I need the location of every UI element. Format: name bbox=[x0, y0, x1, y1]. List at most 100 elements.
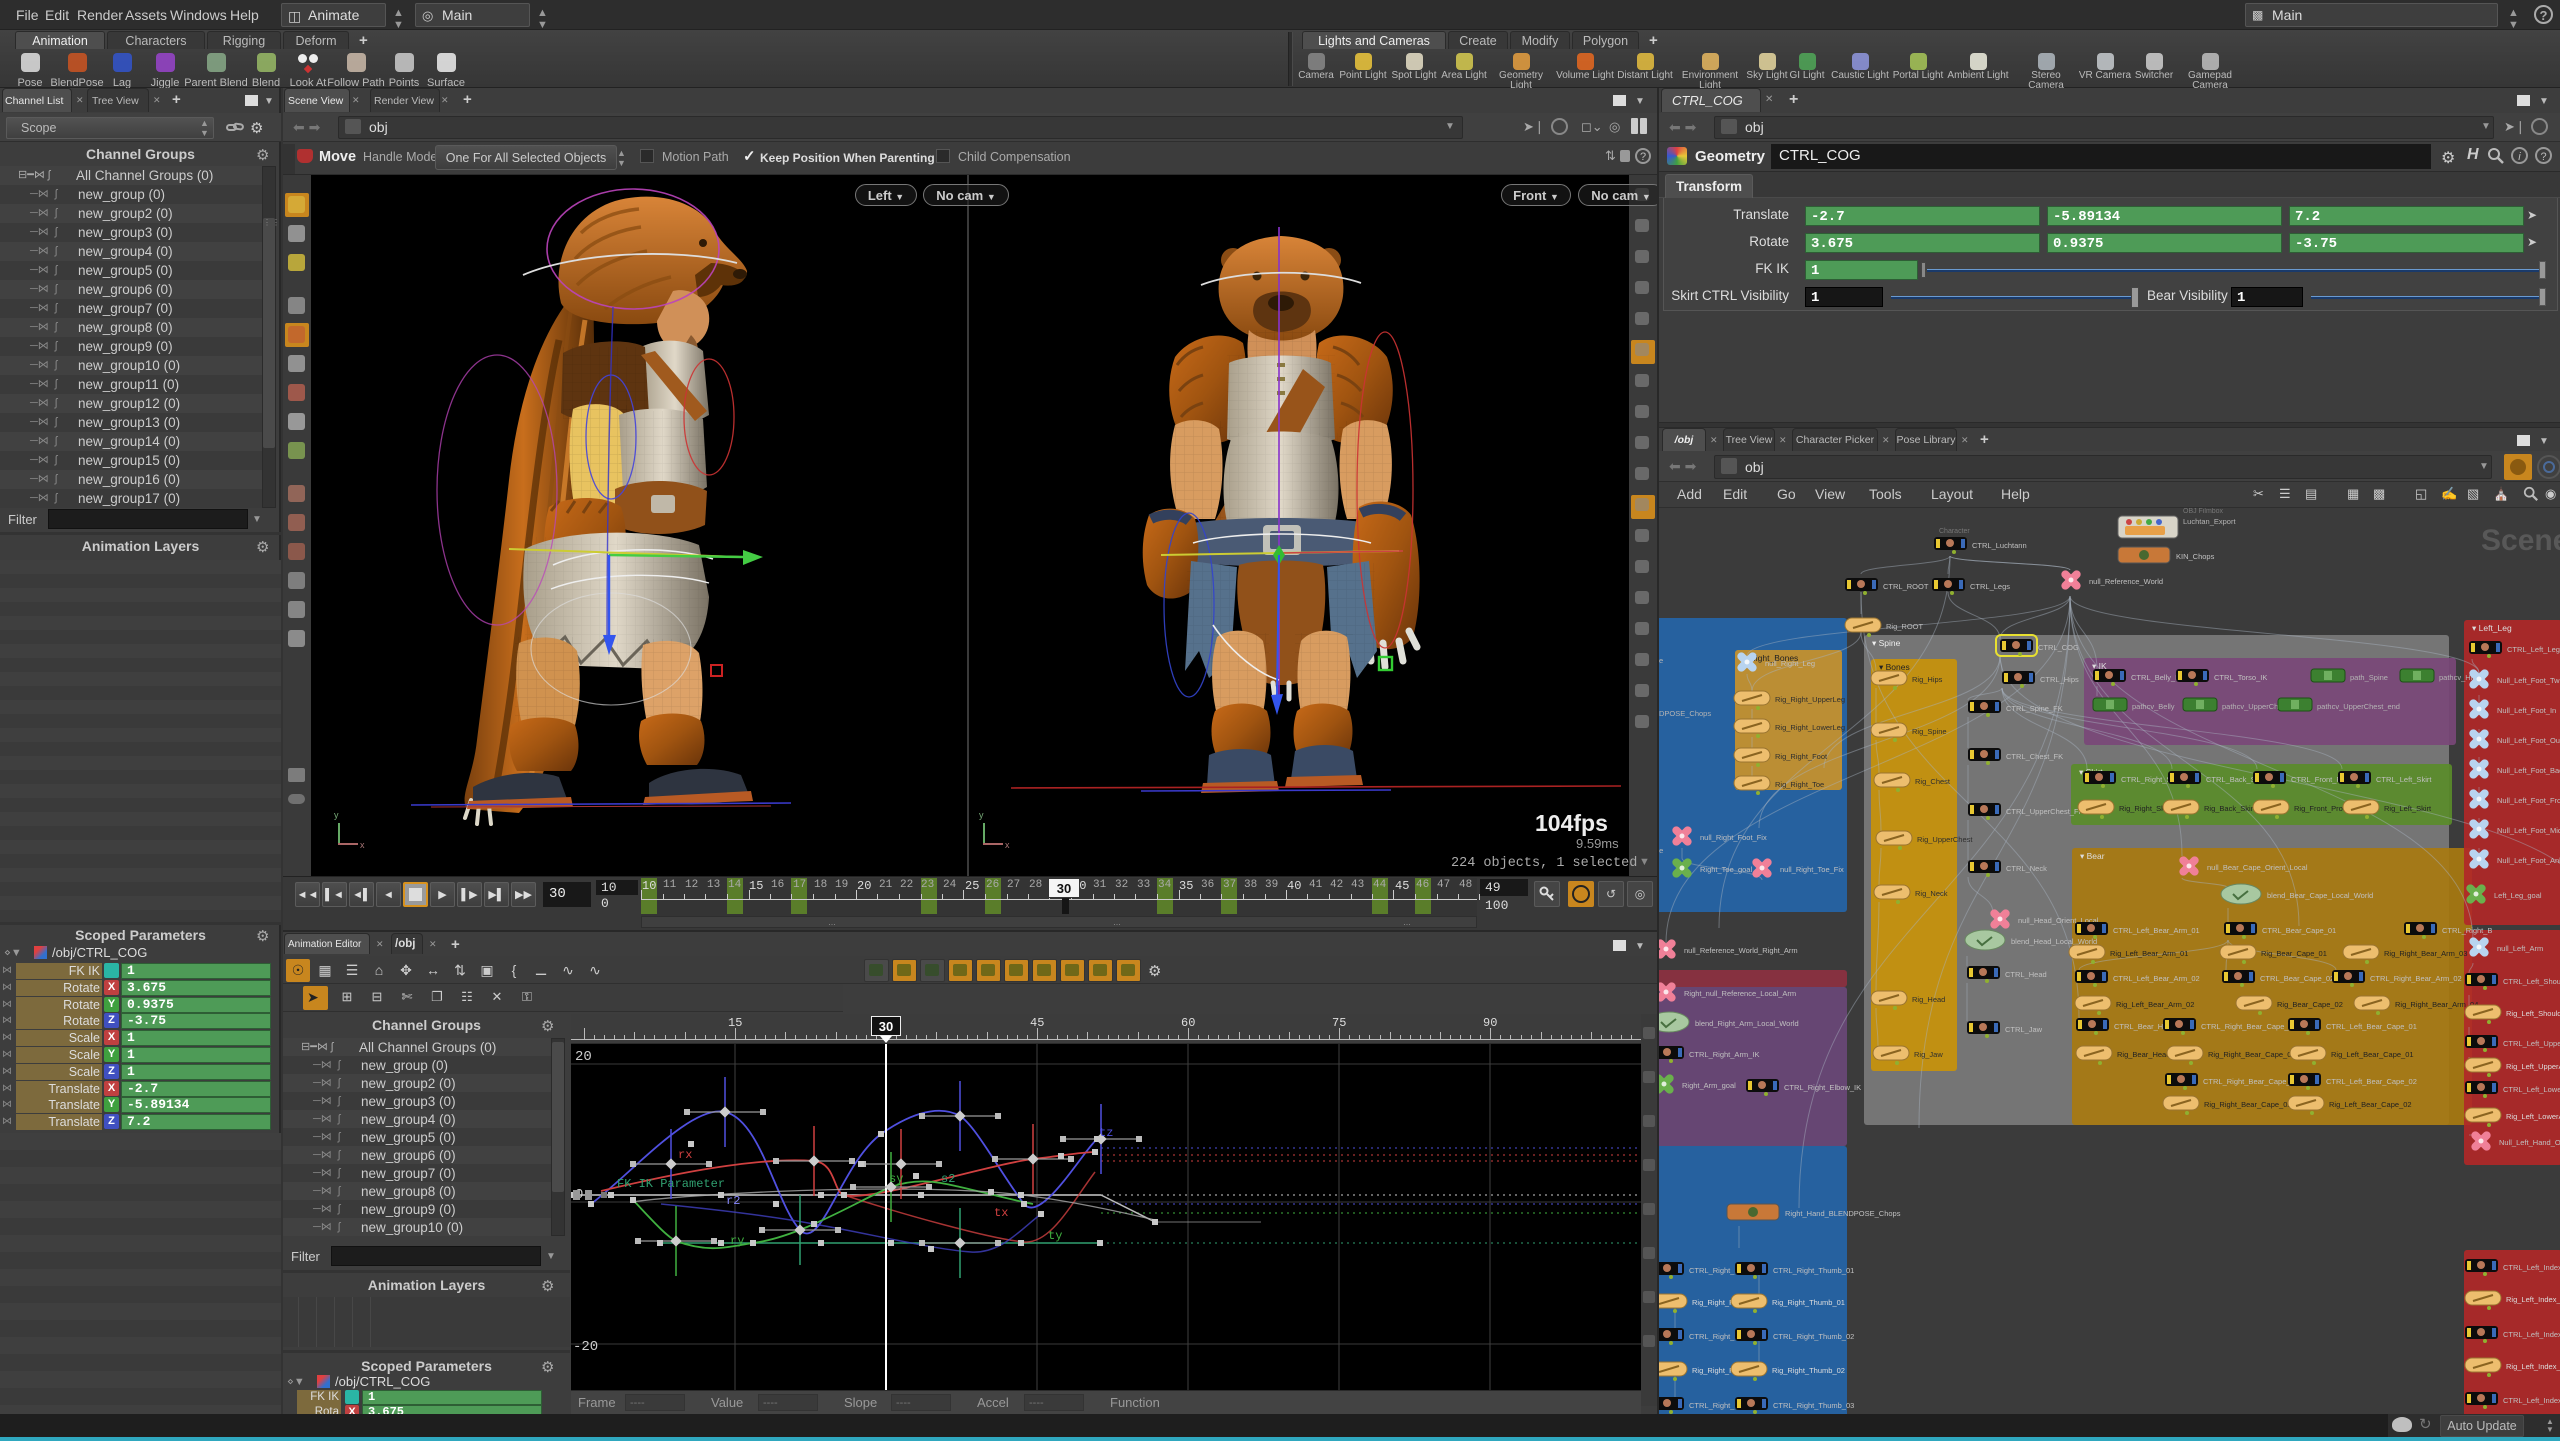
svg-text:▾ Bear: ▾ Bear bbox=[2080, 851, 2105, 861]
svg-text:Rig_Left_LowerArm: Rig_Left_LowerArm bbox=[2506, 1112, 2560, 1121]
svg-text:tz: tz bbox=[1099, 1126, 1113, 1140]
svg-text:null_Left_Arm: null_Left_Arm bbox=[2497, 944, 2543, 953]
svg-text:Right_Arm_goal: Right_Arm_goal bbox=[1682, 1081, 1736, 1090]
svg-text:sy: sy bbox=[889, 1172, 903, 1186]
svg-text:null_Right_Foot_Fix: null_Right_Foot_Fix bbox=[1700, 833, 1767, 842]
svg-text:Rig_Head: Rig_Head bbox=[1912, 995, 1945, 1004]
svg-text:Rig_Right_LowerLeg: Rig_Right_LowerLeg bbox=[1775, 723, 1845, 732]
svg-text:CTRL_Left_Bear_Arm_01: CTRL_Left_Bear_Arm_01 bbox=[2113, 926, 2200, 935]
svg-text:Rig_Left_Bear_Cape_02: Rig_Left_Bear_Cape_02 bbox=[2329, 1100, 2412, 1109]
svg-text:null_Reference_World_Right_Arm: null_Reference_World_Right_Arm bbox=[1684, 946, 1798, 955]
svg-text:rx: rx bbox=[678, 1148, 692, 1162]
svg-text:Rig_Right_Thumb_01: Rig_Right_Thumb_01 bbox=[1772, 1298, 1845, 1307]
svg-text:null_Right_Leg: null_Right_Leg bbox=[1765, 659, 1815, 668]
svg-text:Right_null_Reference_Local_Arm: Right_null_Reference_Local_Arm bbox=[1684, 989, 1796, 998]
svg-text:CTRL_Right_Thumb_01: CTRL_Right_Thumb_01 bbox=[1773, 1266, 1854, 1275]
svg-text:CTRL_Chest_FK: CTRL_Chest_FK bbox=[2006, 752, 2063, 761]
svg-text:Rig_Left_Bear_Arm_01: Rig_Left_Bear_Arm_01 bbox=[2110, 949, 2188, 958]
svg-text:Rig_Right_Thumb_02: Rig_Right_Thumb_02 bbox=[1772, 1366, 1845, 1375]
svg-text:CTRL_Left_Bear_Cape_02: CTRL_Left_Bear_Cape_02 bbox=[2326, 1077, 2417, 1086]
svg-text:CTRL_Right_Bear_Cape_01: CTRL_Right_Bear_Cape_01 bbox=[2201, 1022, 2297, 1031]
svg-text:Rig_ROOT: Rig_ROOT bbox=[1886, 622, 1924, 631]
svg-text:tx: tx bbox=[994, 1206, 1008, 1220]
svg-text:CTRL_Torso_IK: CTRL_Torso_IK bbox=[2214, 673, 2267, 682]
svg-text:Rig_Back_Skirt: Rig_Back_Skirt bbox=[2204, 804, 2256, 813]
svg-text:Scene: Scene bbox=[2481, 524, 2560, 557]
svg-text:CTRL_Left_Bear_Arm_02: CTRL_Left_Bear_Arm_02 bbox=[2113, 974, 2200, 983]
svg-text:r2: r2 bbox=[726, 1194, 740, 1208]
svg-text:Rig_Hips: Rig_Hips bbox=[1912, 675, 1943, 684]
svg-text:Rig_Right_Bear_Cape_02: Rig_Right_Bear_Cape_02 bbox=[2204, 1100, 2292, 1109]
svg-text:CTRL_Left_Index_0: CTRL_Left_Index_0 bbox=[2503, 1330, 2560, 1339]
svg-text:CTRL_ROOT: CTRL_ROOT bbox=[1883, 582, 1929, 591]
svg-text:Rig_Jaw: Rig_Jaw bbox=[1914, 1050, 1943, 1059]
svg-text:OBJ Filmbox: OBJ Filmbox bbox=[2183, 508, 2224, 515]
svg-text:Left_Leg_goal: Left_Leg_goal bbox=[2494, 891, 2542, 900]
svg-text:ty: ty bbox=[1048, 1229, 1062, 1243]
svg-text:DPOSE_Chops: DPOSE_Chops bbox=[1659, 709, 1711, 718]
svg-text:Rig_Right_UpperLeg: Rig_Right_UpperLeg bbox=[1775, 695, 1845, 704]
svg-text:Rig_Bear_Head: Rig_Bear_Head bbox=[2117, 1050, 2170, 1059]
svg-text:CTRL_Bear_Cape_02: CTRL_Bear_Cape_02 bbox=[2260, 974, 2334, 983]
svg-text:Null_Left_Foot_Front: Null_Left_Foot_Front bbox=[2497, 796, 2560, 805]
svg-text:CTRL_Luchtann: CTRL_Luchtann bbox=[1972, 541, 2027, 550]
svg-text:CTRL_Right_Sk: CTRL_Right_Sk bbox=[2121, 775, 2175, 784]
svg-text:null_Bear_Cape_Orient_Local: null_Bear_Cape_Orient_Local bbox=[2207, 863, 2308, 872]
svg-text:Null_Left_Foot_Back: Null_Left_Foot_Back bbox=[2497, 766, 2560, 775]
svg-text:Rig_Left_Bear_Arm_02: Rig_Left_Bear_Arm_02 bbox=[2116, 1000, 2194, 1009]
svg-text:Character: Character bbox=[1939, 528, 1970, 535]
svg-text:CTRL_UpperChest_FK: CTRL_UpperChest_FK bbox=[2006, 807, 2084, 816]
svg-text:CTRL_Legs: CTRL_Legs bbox=[1970, 582, 2010, 591]
svg-text:CTRL_Belly_IK: CTRL_Belly_IK bbox=[2131, 673, 2182, 682]
svg-text:CTRL_Left_LowerA: CTRL_Left_LowerA bbox=[2503, 1085, 2560, 1094]
svg-text:▾ Spine: ▾ Spine bbox=[1872, 638, 1901, 648]
svg-text:Rig_Spine: Rig_Spine bbox=[1912, 727, 1947, 736]
svg-text:CTRL_Left_Index_0: CTRL_Left_Index_0 bbox=[2503, 1263, 2560, 1272]
svg-text:CTRL_Bear_Cape_01: CTRL_Bear_Cape_01 bbox=[2262, 926, 2336, 935]
svg-text:Rig_Chest: Rig_Chest bbox=[1915, 777, 1951, 786]
svg-text:-20: -20 bbox=[573, 1339, 598, 1355]
svg-text:oe: oe bbox=[1659, 846, 1663, 855]
svg-text:Null_Left_Foot_Mid: Null_Left_Foot_Mid bbox=[2497, 826, 2560, 835]
svg-text:Null_Left_Foot_In: Null_Left_Foot_In bbox=[2497, 706, 2556, 715]
svg-text:blend_Right_Arm_Local_World: blend_Right_Arm_Local_World bbox=[1695, 1019, 1799, 1028]
svg-text:Rig_Left_Shoulder: Rig_Left_Shoulder bbox=[2506, 1009, 2560, 1018]
svg-text:CTRL_Right_Thumb_03: CTRL_Right_Thumb_03 bbox=[1773, 1401, 1854, 1410]
svg-text:Rig_Left_Skirt: Rig_Left_Skirt bbox=[2384, 804, 2432, 813]
svg-text:CTRL_Hips: CTRL_Hips bbox=[2040, 675, 2079, 684]
svg-text:CTRL_Right_Thumb_02: CTRL_Right_Thumb_02 bbox=[1773, 1332, 1854, 1341]
svg-text:pathcv_UpperChest_end: pathcv_UpperChest_end bbox=[2317, 702, 2400, 711]
svg-text:Rig_UpperChest: Rig_UpperChest bbox=[1917, 835, 1973, 844]
svg-text:20: 20 bbox=[575, 1049, 592, 1065]
svg-text:CTRL_Neck: CTRL_Neck bbox=[2006, 864, 2047, 873]
svg-text:CTRL_Right_Bear_Arm_02: CTRL_Right_Bear_Arm_02 bbox=[2370, 974, 2462, 983]
svg-text:Null_Left_Foot_Out: Null_Left_Foot_Out bbox=[2497, 736, 2560, 745]
svg-text:CTRL_Right_Arm_IK: CTRL_Right_Arm_IK bbox=[1689, 1050, 1759, 1059]
svg-text:Rig_Right_Bear_Cape_01: Rig_Right_Bear_Cape_01 bbox=[2208, 1050, 2296, 1059]
svg-text:ry: ry bbox=[730, 1234, 744, 1248]
svg-text:Right_Hand_BLENDPOSE_Chops: Right_Hand_BLENDPOSE_Chops bbox=[1785, 1209, 1901, 1218]
svg-text:Null_Left_Foot_Twist: Null_Left_Foot_Twist bbox=[2497, 676, 2560, 685]
svg-text:KIN_Chops: KIN_Chops bbox=[2176, 552, 2215, 561]
svg-text:Rig_Bear_Cape_01: Rig_Bear_Cape_01 bbox=[2261, 949, 2327, 958]
svg-text:s2: s2 bbox=[941, 1172, 955, 1186]
svg-text:Right_Toe_goal: Right_Toe_goal bbox=[1700, 865, 1752, 874]
svg-text:CTRL_Left_Skirt: CTRL_Left_Skirt bbox=[2376, 775, 2432, 784]
svg-text:Rig_Right_Bear_Arm_03: Rig_Right_Bear_Arm_03 bbox=[2384, 949, 2467, 958]
svg-text:Rig_Left_Index_01: Rig_Left_Index_01 bbox=[2506, 1295, 2560, 1304]
svg-text:e: e bbox=[1659, 656, 1663, 665]
svg-text:Rig_Neck: Rig_Neck bbox=[1915, 889, 1948, 898]
svg-text:path_Spine: path_Spine bbox=[2350, 673, 2388, 682]
svg-text:null_Reference_World: null_Reference_World bbox=[2089, 577, 2163, 586]
svg-text:Rig_Left_Index_02: Rig_Left_Index_02 bbox=[2506, 1362, 2560, 1371]
svg-text:blend_Bear_Cape_Local_World: blend_Bear_Cape_Local_World bbox=[2267, 891, 2373, 900]
svg-text:Luchtan_Export: Luchtan_Export bbox=[2183, 517, 2236, 526]
svg-text:Null_Left_Foot_Ankle: Null_Left_Foot_Ankle bbox=[2497, 856, 2560, 865]
svg-text:CTRL_Left_UpperA: CTRL_Left_UpperA bbox=[2503, 1039, 2560, 1048]
svg-text:CTRL_Left_Shoulde: CTRL_Left_Shoulde bbox=[2503, 977, 2560, 986]
svg-text:CTRL_Left_Index_0: CTRL_Left_Index_0 bbox=[2503, 1396, 2560, 1405]
svg-text:CTRL_COG: CTRL_COG bbox=[2038, 643, 2079, 652]
svg-text:CTRL_Jaw: CTRL_Jaw bbox=[2005, 1025, 2043, 1034]
svg-text:Rig_Right_Toe: Rig_Right_Toe bbox=[1775, 780, 1824, 789]
svg-text:CTRL_Left_Bear_Cape_01: CTRL_Left_Bear_Cape_01 bbox=[2326, 1022, 2417, 1031]
